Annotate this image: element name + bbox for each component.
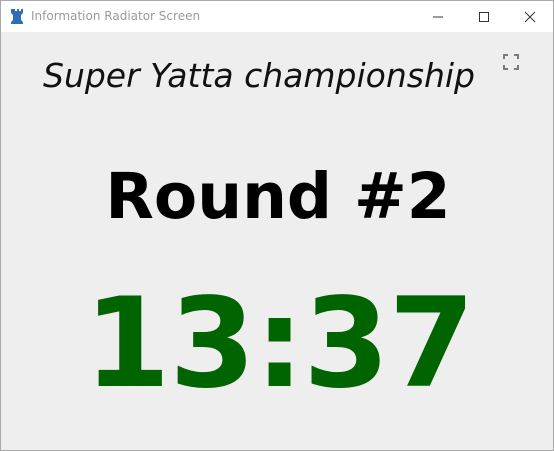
close-icon bbox=[524, 11, 536, 23]
maximize-icon bbox=[479, 12, 489, 22]
minimize-icon bbox=[433, 16, 443, 18]
maximize-button[interactable] bbox=[461, 1, 507, 32]
close-button[interactable] bbox=[507, 1, 553, 32]
round-label: Round #2 bbox=[105, 160, 451, 233]
title-bar[interactable]: Information Radiator Screen bbox=[1, 1, 553, 32]
event-title: Super Yatta championship bbox=[43, 56, 475, 95]
rook-icon bbox=[11, 8, 25, 24]
radiator-content: Super Yatta championship Round #2 13:37 bbox=[1, 32, 553, 450]
fullscreen-icon[interactable] bbox=[503, 54, 519, 70]
app-window: Information Radiator Screen Super Yatta … bbox=[0, 0, 554, 451]
minimize-button[interactable] bbox=[415, 1, 461, 32]
window-title: Information Radiator Screen bbox=[31, 9, 201, 23]
countdown-timer: 13:37 bbox=[84, 272, 475, 416]
